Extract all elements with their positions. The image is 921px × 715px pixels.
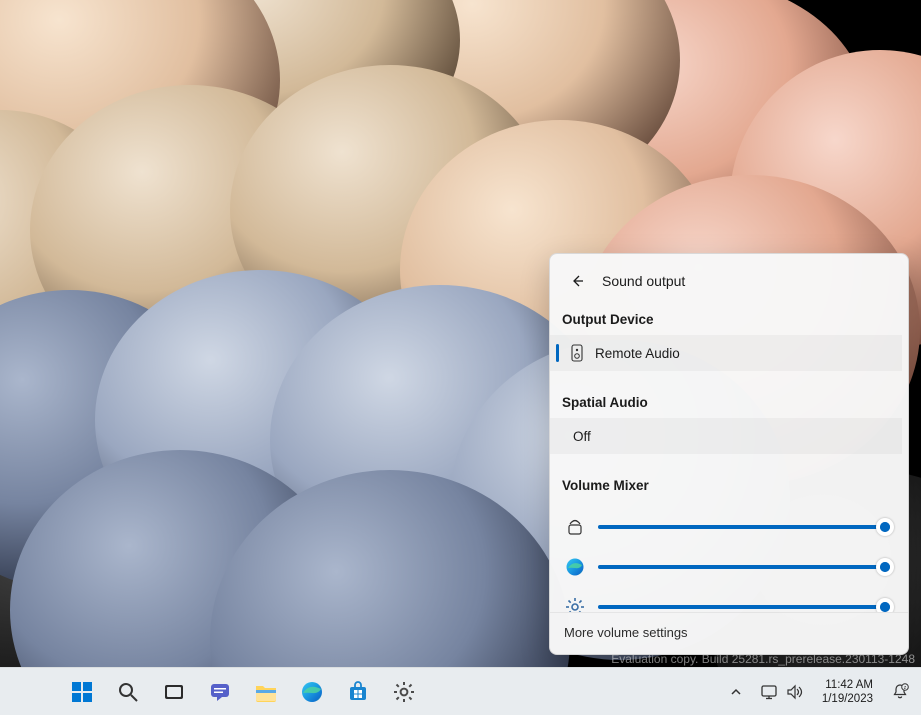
store-button[interactable] (338, 672, 378, 712)
bell-dnd-icon: z (891, 683, 909, 701)
search-button[interactable] (108, 672, 148, 712)
clock-button[interactable]: 11:42 AM 1/19/2023 (814, 674, 881, 710)
mixer-row-settings (564, 587, 888, 612)
mixer-slider-system[interactable] (598, 517, 888, 537)
chevron-up-icon (730, 686, 742, 698)
chat-icon (209, 681, 231, 703)
clock-date: 1/19/2023 (822, 692, 873, 706)
flyout-title: Sound output (602, 273, 685, 289)
taskview-icon (163, 681, 185, 703)
output-device-heading: Output Device (550, 306, 902, 335)
file-explorer-button[interactable] (246, 672, 286, 712)
network-icon (760, 684, 778, 700)
sound-output-flyout: Sound output Output Device Remote Audio … (549, 253, 909, 655)
network-volume-button[interactable] (752, 672, 812, 712)
more-volume-settings-link[interactable]: More volume settings (550, 612, 908, 654)
file-explorer-icon (254, 681, 278, 703)
back-button[interactable] (564, 268, 590, 294)
taskview-button[interactable] (154, 672, 194, 712)
output-device-label: Remote Audio (595, 346, 680, 361)
clock-time: 11:42 AM (822, 678, 873, 692)
volume-icon (786, 684, 804, 700)
edge-button[interactable] (292, 672, 332, 712)
start-icon (70, 680, 94, 704)
start-button[interactable] (62, 672, 102, 712)
arrow-left-icon (569, 273, 585, 289)
notification-center-button[interactable]: z (883, 672, 917, 712)
settings-icon (565, 597, 585, 612)
system-sounds-icon (565, 517, 585, 537)
mixer-slider-edge[interactable] (598, 557, 888, 577)
edge-icon (565, 557, 585, 577)
settings-icon (392, 680, 416, 704)
search-icon (117, 681, 139, 703)
tray-overflow-button[interactable] (722, 672, 750, 712)
settings-button[interactable] (384, 672, 424, 712)
volume-mixer-heading: Volume Mixer (550, 472, 902, 501)
selection-indicator (556, 344, 559, 362)
chat-button[interactable] (200, 672, 240, 712)
edge-icon (300, 680, 324, 704)
speaker-device-icon (570, 344, 584, 362)
mixer-row-edge (564, 547, 888, 587)
mixer-slider-settings[interactable] (598, 597, 888, 612)
mixer-row-system (564, 507, 888, 547)
spatial-audio-item[interactable]: Off (550, 418, 902, 454)
spatial-audio-value: Off (573, 429, 591, 444)
spatial-audio-heading: Spatial Audio (550, 389, 902, 418)
output-device-item[interactable]: Remote Audio (550, 335, 902, 371)
store-icon (347, 681, 369, 703)
taskbar: 11:42 AM 1/19/2023 z (0, 667, 921, 715)
